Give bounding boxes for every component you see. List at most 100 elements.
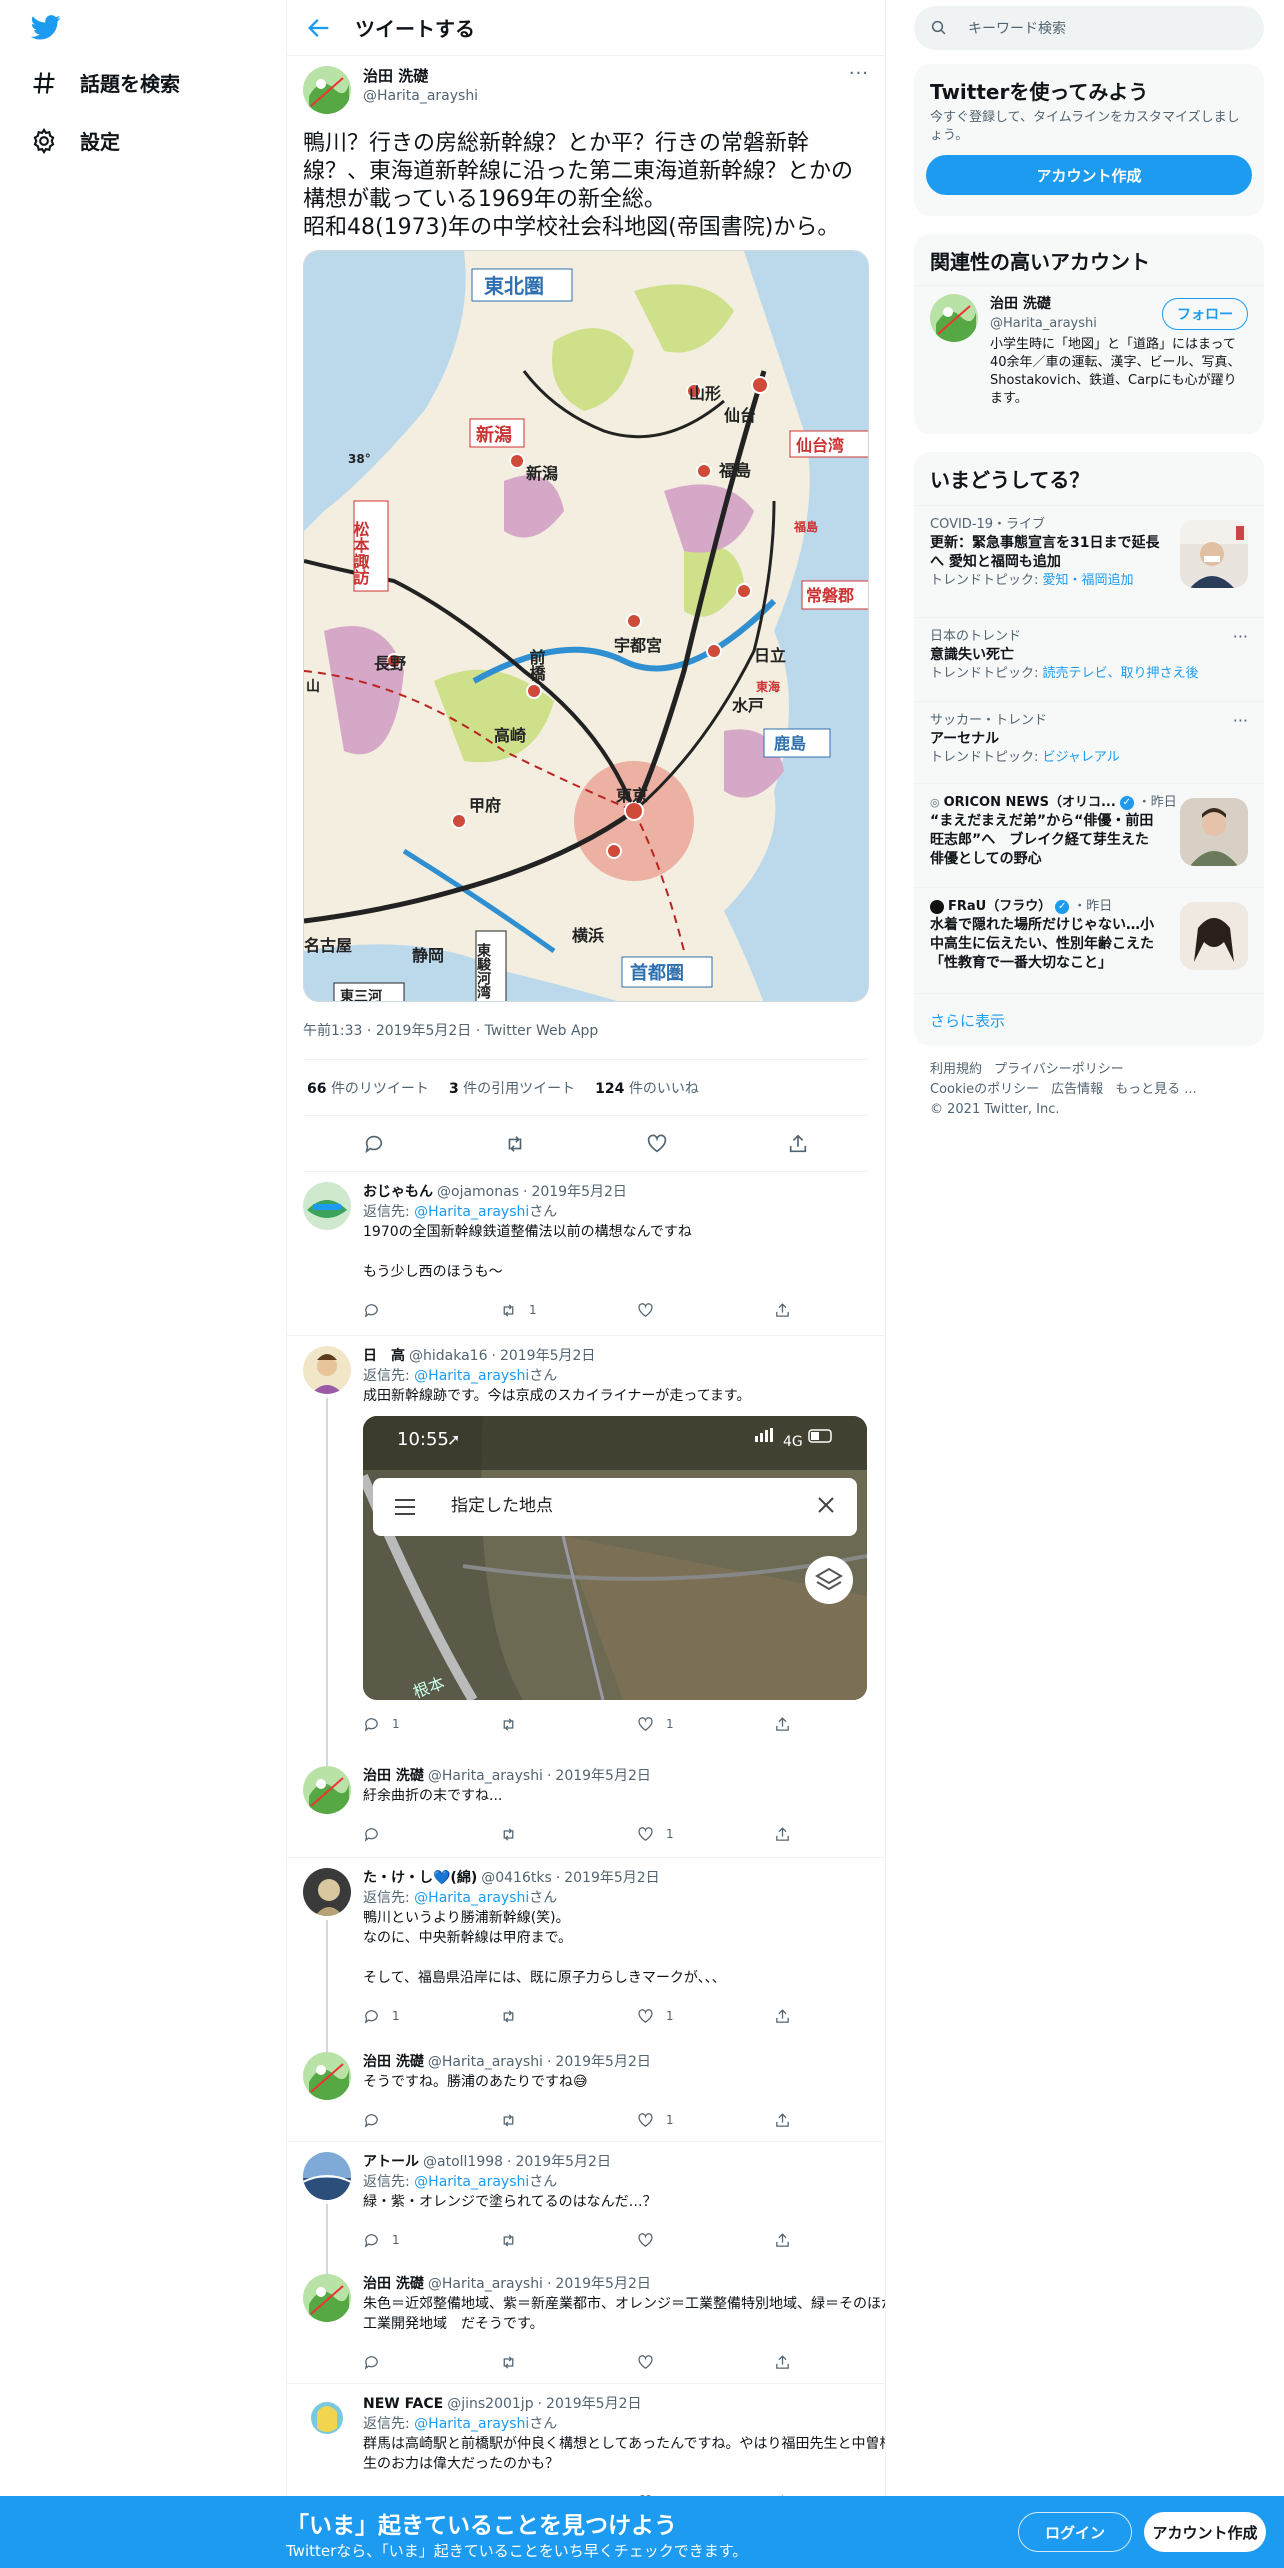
footer-ads[interactable]: 広告情報 [1051,1082,1103,1097]
like-button[interactable] [637,1302,774,1319]
trend-item[interactable]: ◎ ORICON NEWS（オリコ... ✓ ・昨日 “まえだまえだ弟”から“俳優・前… [914,783,1264,887]
trend-item[interactable]: COVID-19・ライブ 更新：緊急事態宣言を31日まで延長へ 愛知と福岡も追加… [914,505,1264,617]
search-box[interactable]: キーワード検索 [914,6,1264,50]
footer-privacy[interactable]: プライバシーポリシー [994,1062,1124,1077]
reply-author-handle[interactable]: @jins2001jp [447,2394,533,2414]
reply-author-handle[interactable]: @ojamonas [437,1182,519,1202]
like-icon[interactable] [646,1133,668,1155]
reply-button[interactable]: 1 [363,1714,500,1734]
avatar[interactable] [303,2394,351,2442]
reply-author-handle[interactable]: @0416tks [481,1868,552,1888]
reply-button[interactable] [363,2112,500,2129]
reply-date[interactable]: 2019年5月2日 [564,1868,659,1888]
reply-author-name[interactable]: 治田 洗礎 [363,2052,424,2072]
tweet-source[interactable]: Twitter Web App [485,1023,599,1039]
reply-author-name[interactable]: た・け・し💙(綿) [363,1868,477,1888]
retweet-button[interactable] [500,1716,637,1733]
tweet-time[interactable]: 午前1:33 [303,1023,362,1039]
trend-sub-link[interactable]: ビジャレアル [1043,750,1120,765]
avatar[interactable] [303,2274,351,2322]
like-button[interactable]: 1 [637,1824,774,1844]
reply-to-handle[interactable]: @Harita_arayshi [414,1890,529,1906]
avatar[interactable] [303,2152,351,2200]
avatar[interactable] [303,1868,351,1916]
related-avatar[interactable] [930,294,978,342]
reply-author-name[interactable]: おじゃもん [363,1182,433,1202]
share-button[interactable] [774,1826,885,1843]
avatar[interactable] [303,1766,351,1814]
reply-date[interactable]: 2019年5月2日 [500,1346,595,1366]
more-icon[interactable]: ··· [1233,628,1248,646]
retweet-icon[interactable] [504,1133,526,1155]
reply-button[interactable] [363,1302,500,1319]
like-button[interactable] [637,2354,774,2371]
create-account-button[interactable]: アカウント作成 [926,155,1252,195]
share-button[interactable] [774,1716,885,1733]
avatar[interactable] [303,1346,351,1394]
reply-author-handle[interactable]: @Harita_arayshi [428,2052,543,2072]
reply-to-handle[interactable]: @Harita_arayshi [414,1204,529,1220]
retweet-button[interactable] [500,2232,637,2249]
reply-tweet[interactable]: アトール@atoll1998·2019年5月2日···返信先: @Harita_… [287,2142,885,2274]
avatar[interactable] [303,1182,351,1230]
trend-sub-link[interactable]: 読売テレビ、取り押さえ後 [1043,666,1199,681]
footer-terms[interactable]: 利用規約 [930,1062,982,1077]
reply-date[interactable]: 2019年5月2日 [516,2152,611,2172]
like-button[interactable] [637,2232,774,2249]
footer-more[interactable]: もっと見る ... [1115,1082,1197,1097]
share-button[interactable] [774,2354,885,2371]
reply-to-handle[interactable]: @Harita_arayshi [414,2174,529,2190]
reply-author-handle[interactable]: @Harita_arayshi [428,2274,543,2294]
share-button[interactable] [774,2008,885,2025]
retweet-button[interactable]: 1 [500,1300,637,1320]
retweet-button[interactable] [500,1826,637,1843]
reply-author-handle[interactable]: @atoll1998 [423,2152,503,2172]
tweet-author-handle[interactable]: @Harita_arayshi [363,86,849,106]
more-icon[interactable]: ··· [849,65,869,83]
reply-button[interactable] [363,2354,500,2371]
like-button[interactable]: 1 [637,2006,774,2026]
trend-sub-link[interactable]: 愛知・福岡追加 [1043,573,1134,588]
nav-explore[interactable]: 話題を検索 [30,68,180,97]
reply-button[interactable] [363,1826,500,1843]
reply-button[interactable]: 1 [363,2230,500,2250]
quote-stat[interactable]: 3 件の引用ツイート [449,1078,575,1098]
footer-cookie[interactable]: Cookieのポリシー [930,1082,1039,1097]
back-arrow-icon[interactable] [305,14,333,42]
like-button[interactable]: 1 [637,1714,774,1734]
signup-button[interactable]: アカウント作成 [1144,2512,1266,2552]
reply-date[interactable]: 2019年5月2日 [555,2274,650,2294]
like-stat[interactable]: 124 件のいいね [595,1078,699,1098]
share-icon[interactable] [787,1133,809,1155]
share-button[interactable] [774,2112,885,2129]
related-handle[interactable]: @Harita_arayshi [990,314,1097,334]
twitter-logo-icon[interactable] [28,12,64,42]
trend-item[interactable]: 日本のトレンド 意識失い死亡 トレンドトピック: 読売テレビ、取り押さえ後 ··… [914,617,1264,701]
reply-button[interactable]: 1 [363,2006,500,2026]
reply-to-handle[interactable]: @Harita_arayshi [414,2416,529,2432]
reply-author-name[interactable]: 日 高 [363,1346,405,1366]
reply-date[interactable]: 2019年5月2日 [546,2394,641,2414]
reply-tweet[interactable]: 治田 洗礎@Harita_arayshi·2019年5月2日···朱色＝近郊整備… [287,2264,885,2384]
more-icon[interactable]: ··· [1233,712,1248,730]
reply-photo[interactable]: 10:55 ➚ 4G 指定した地点 根本 [363,1416,867,1700]
reply-author-name[interactable]: 治田 洗礎 [363,1766,424,1786]
reply-date[interactable]: 2019年5月2日 [555,1766,650,1786]
reply-author-name[interactable]: NEW FACE [363,2394,443,2414]
avatar[interactable] [303,66,351,114]
reply-author-name[interactable]: 治田 洗礎 [363,2274,424,2294]
login-button[interactable]: ログイン [1018,2512,1132,2552]
tweet-date[interactable]: 2019年5月2日 [376,1023,471,1039]
reply-to-handle[interactable]: @Harita_arayshi [414,1368,529,1384]
reply-tweet[interactable]: 治田 洗礎@Harita_arayshi·2019年5月2日···紆余曲折の末で… [287,1756,885,1858]
trend-item[interactable]: サッカー・トレンド アーセナル トレンドトピック: ビジャレアル ··· [914,701,1264,783]
reply-date[interactable]: 2019年5月2日 [531,1182,626,1202]
reply-tweet[interactable]: 治田 洗礎@Harita_arayshi·2019年5月2日···そうですね。勝… [287,2042,885,2142]
reply-tweet[interactable]: おじゃもん@ojamonas·2019年5月2日···返信先: @Harita_… [287,1172,885,1336]
like-button[interactable]: 1 [637,2110,774,2130]
reply-author-handle[interactable]: @Harita_arayshi [428,1766,543,1786]
reply-author-handle[interactable]: @hidaka16 [409,1346,487,1366]
nav-settings[interactable]: 設定 [30,126,120,155]
retweet-stat[interactable]: 66 件のリツイート [307,1078,429,1098]
reply-author-name[interactable]: アトール [363,2152,419,2172]
